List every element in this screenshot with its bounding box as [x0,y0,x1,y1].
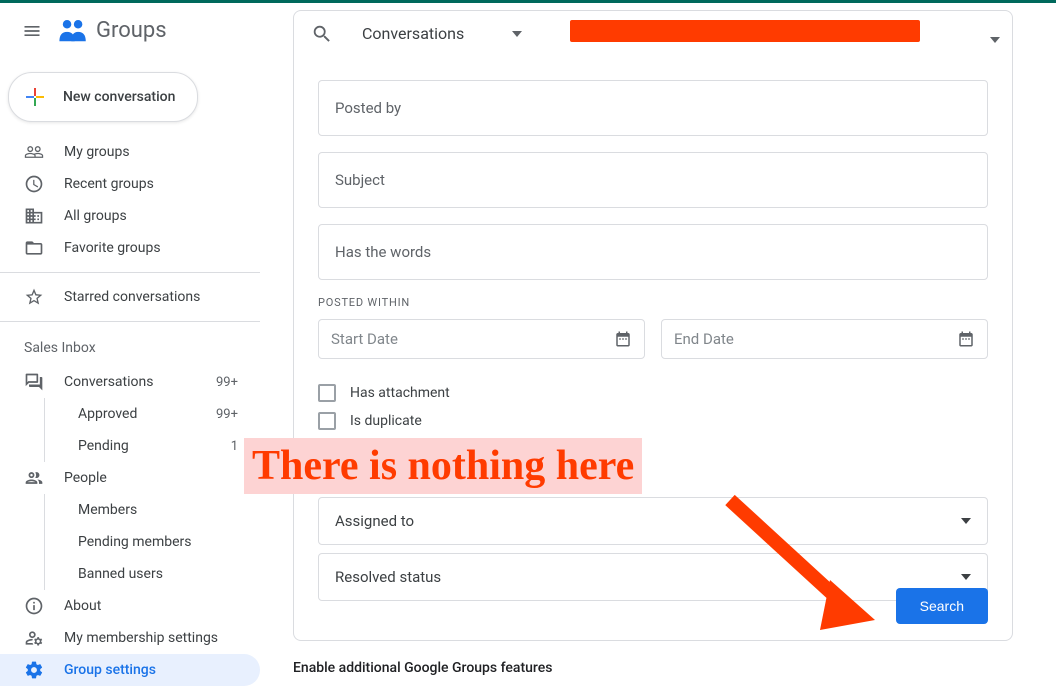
new-conversation-button[interactable]: New conversation [8,72,198,122]
dropdown-arrow-icon [961,574,971,580]
nav-starred-conversations[interactable]: Starred conversations [0,281,260,313]
dropdown-arrow-icon [512,31,522,37]
field-placeholder: Start Date [331,330,398,348]
nav-pending-members[interactable]: Pending members [0,526,260,558]
nav-label: Conversations [64,374,196,390]
nav-approved[interactable]: Approved 99+ [0,398,260,430]
group-dropdown[interactable] [990,28,1000,47]
search-scope-label: Conversations [362,24,464,43]
nav-people[interactable]: People [0,462,260,494]
field-label: Subject [335,171,385,189]
nav-badge: 99+ [216,375,252,390]
app-name: Groups [96,18,167,43]
search-submit-button[interactable]: Search [896,588,988,624]
field-label: Assigned to [335,512,414,530]
manage-accounts-icon [24,628,44,648]
is-duplicate-row: Is duplicate [318,407,988,435]
nav-my-groups[interactable]: My groups [0,136,260,168]
domain-icon [24,206,44,226]
nav-recent-groups[interactable]: Recent groups [0,168,260,200]
search-scope-dropdown[interactable]: Conversations [342,14,550,54]
nav-label: Favorite groups [64,240,252,256]
nav-membership-settings[interactable]: My membership settings [0,622,260,654]
main-menu-button[interactable] [8,7,56,55]
search-icon [311,23,333,45]
nav-badge: 99+ [216,407,252,422]
logo-section[interactable]: Groups [56,17,167,45]
nav-label: About [64,598,252,614]
checkbox-label: Is duplicate [350,413,422,429]
groups-logo-icon [56,17,90,45]
settings-icon [24,660,44,680]
people-outline-icon [24,142,44,162]
nav-label: Pending members [78,534,252,550]
nav-label: Banned users [78,566,252,582]
nav-divider [0,321,260,322]
nav-section-label: Sales Inbox [0,330,260,366]
clock-icon [24,174,44,194]
people-icon [24,468,44,488]
forum-icon [24,372,44,392]
nav-label: Approved [78,406,196,422]
nav-banned-users[interactable]: Banned users [0,558,260,590]
calendar-icon [614,330,632,348]
nav-label: Pending [78,438,211,454]
info-icon [24,596,44,616]
search-form-panel: Posted by Subject Has the words POSTED W… [293,56,1013,641]
nav-divider [0,272,260,273]
dropdown-arrow-icon [990,37,1000,43]
nav-members[interactable]: Members [0,494,260,526]
subject-input[interactable]: Subject [318,152,988,208]
checkbox-label: Has attachment [350,385,450,401]
nav-label: My membership settings [64,630,252,646]
posted-by-input[interactable]: Posted by [318,80,988,136]
nav-label: People [64,470,252,486]
has-words-input[interactable]: Has the words [318,224,988,280]
annotation-callout: There is nothing here [244,438,642,494]
field-label: Has the words [335,243,431,261]
star-outline-icon [24,287,44,307]
nav-label: Members [78,502,252,518]
field-label: Posted by [335,99,401,117]
field-placeholder: End Date [674,330,734,348]
posted-within-label: POSTED WITHIN [318,296,988,309]
sidebar: New conversation My groups Recent groups… [0,58,260,678]
nav-label: Recent groups [64,176,252,192]
search-button[interactable] [302,14,342,54]
dropdown-arrow-icon [961,518,971,524]
nav-all-groups[interactable]: All groups [0,200,260,232]
new-conversation-label: New conversation [63,89,175,105]
nav-pending[interactable]: Pending 1 [0,430,260,462]
nav-about[interactable]: About [0,590,260,622]
assigned-to-dropdown[interactable]: Assigned to [318,497,988,545]
calendar-icon [957,330,975,348]
redacted-group-name [570,20,920,42]
nav-label: Group settings [64,662,252,678]
nav-label: Starred conversations [64,289,252,305]
is-duplicate-checkbox[interactable] [318,412,336,430]
nav-group-settings[interactable]: Group settings [0,654,260,686]
hamburger-icon [22,21,42,41]
end-date-input[interactable]: End Date [661,319,988,359]
start-date-input[interactable]: Start Date [318,319,645,359]
nav-favorite-groups[interactable]: Favorite groups [0,232,260,264]
plus-icon [23,85,47,109]
nav-label: My groups [64,144,252,160]
field-label: Resolved status [335,568,441,586]
nav-label: All groups [64,208,252,224]
has-attachment-row: Has attachment [318,379,988,407]
nav-conversations[interactable]: Conversations 99+ [0,366,260,398]
enable-features-heading: Enable additional Google Groups features [293,660,552,676]
resolved-status-dropdown[interactable]: Resolved status [318,553,988,601]
has-attachment-checkbox[interactable] [318,384,336,402]
folder-special-icon [24,238,44,258]
